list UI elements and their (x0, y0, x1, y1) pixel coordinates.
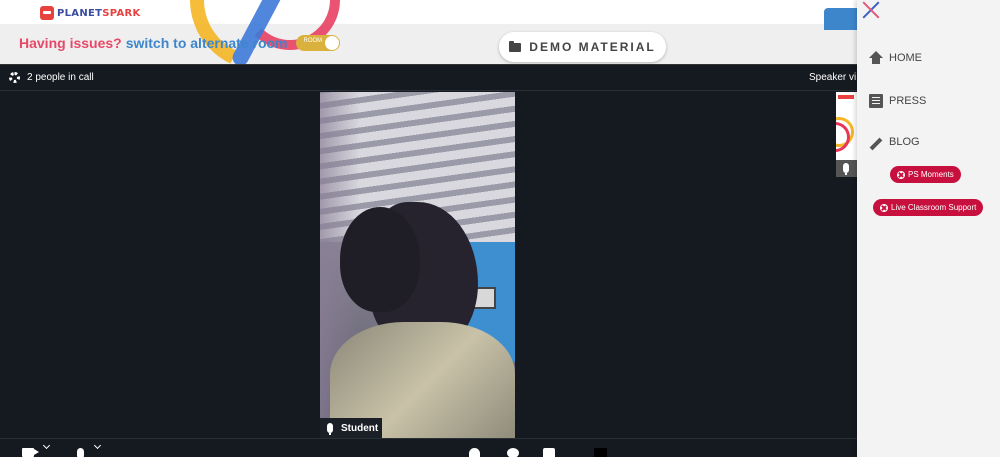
close-icon[interactable] (861, 0, 881, 20)
call-controls-bar (0, 438, 857, 457)
camera-options-chevron-icon[interactable] (42, 441, 51, 450)
participants-icon[interactable] (469, 448, 480, 457)
participant-name-tag: Student (320, 418, 382, 438)
room-toggle-label: ROOM (303, 38, 323, 44)
room-toggle-knob (324, 36, 339, 50)
app-page: PLANETSPARK Having issues? switch to alt… (0, 0, 1000, 457)
demo-material-label: DEMO MATERIAL (529, 40, 656, 54)
close-circle-icon (880, 203, 888, 212)
drawer-item-home[interactable]: HOME (869, 51, 922, 64)
video-call-area: 2 people in call Speaker vi Student (0, 64, 857, 457)
home-icon (869, 51, 883, 64)
self-view-thumbnail[interactable] (836, 92, 857, 177)
chat-icon[interactable] (507, 448, 519, 457)
room-toggle[interactable]: ROOM (295, 35, 340, 51)
microphone-toggle-icon[interactable] (77, 448, 84, 457)
gear-icon[interactable] (9, 72, 20, 83)
logo-mark-icon (40, 6, 54, 20)
live-classroom-support-button[interactable]: Live Classroom Support (873, 199, 984, 216)
live-classroom-support-label: Live Classroom Support (891, 203, 977, 212)
microphone-options-chevron-icon[interactable] (93, 441, 102, 450)
screen-share-icon[interactable] (543, 448, 555, 457)
drawer-item-blog[interactable]: BLOG (869, 136, 920, 151)
camera-icon[interactable] (22, 448, 39, 457)
logo-text: PLANETSPARK (57, 7, 141, 19)
drawer-item-label: HOME (889, 52, 922, 64)
view-mode-toggle[interactable]: Speaker vi (809, 72, 856, 83)
stop-icon[interactable] (594, 448, 607, 457)
microphone-icon (327, 423, 333, 435)
folder-icon (509, 40, 522, 52)
close-circle-icon (897, 170, 905, 179)
thumbnail-microphone-icon (843, 163, 849, 175)
alternate-room-link[interactable]: switch to alternate room (126, 35, 288, 51)
ps-moments-button[interactable]: PS Moments (890, 166, 961, 183)
planetspark-logo[interactable]: PLANETSPARK (40, 4, 141, 22)
side-drawer (857, 0, 1000, 457)
demo-material-button[interactable]: DEMO MATERIAL (499, 32, 666, 62)
drawer-item-label: PRESS (889, 95, 927, 107)
ps-moments-label: PS Moments (908, 170, 954, 179)
issues-question: Having issues? (19, 35, 122, 51)
call-header: 2 people in call Speaker vi (0, 65, 857, 91)
drawer-item-label: BLOG (889, 136, 920, 148)
main-video-feed (320, 92, 515, 438)
alternate-room-notice: Having issues? switch to alternate room … (19, 35, 340, 51)
newspaper-icon (869, 94, 883, 108)
drawer-item-press[interactable]: PRESS (869, 94, 926, 108)
people-count: 2 people in call (27, 72, 94, 83)
participant-name: Student (341, 422, 379, 434)
